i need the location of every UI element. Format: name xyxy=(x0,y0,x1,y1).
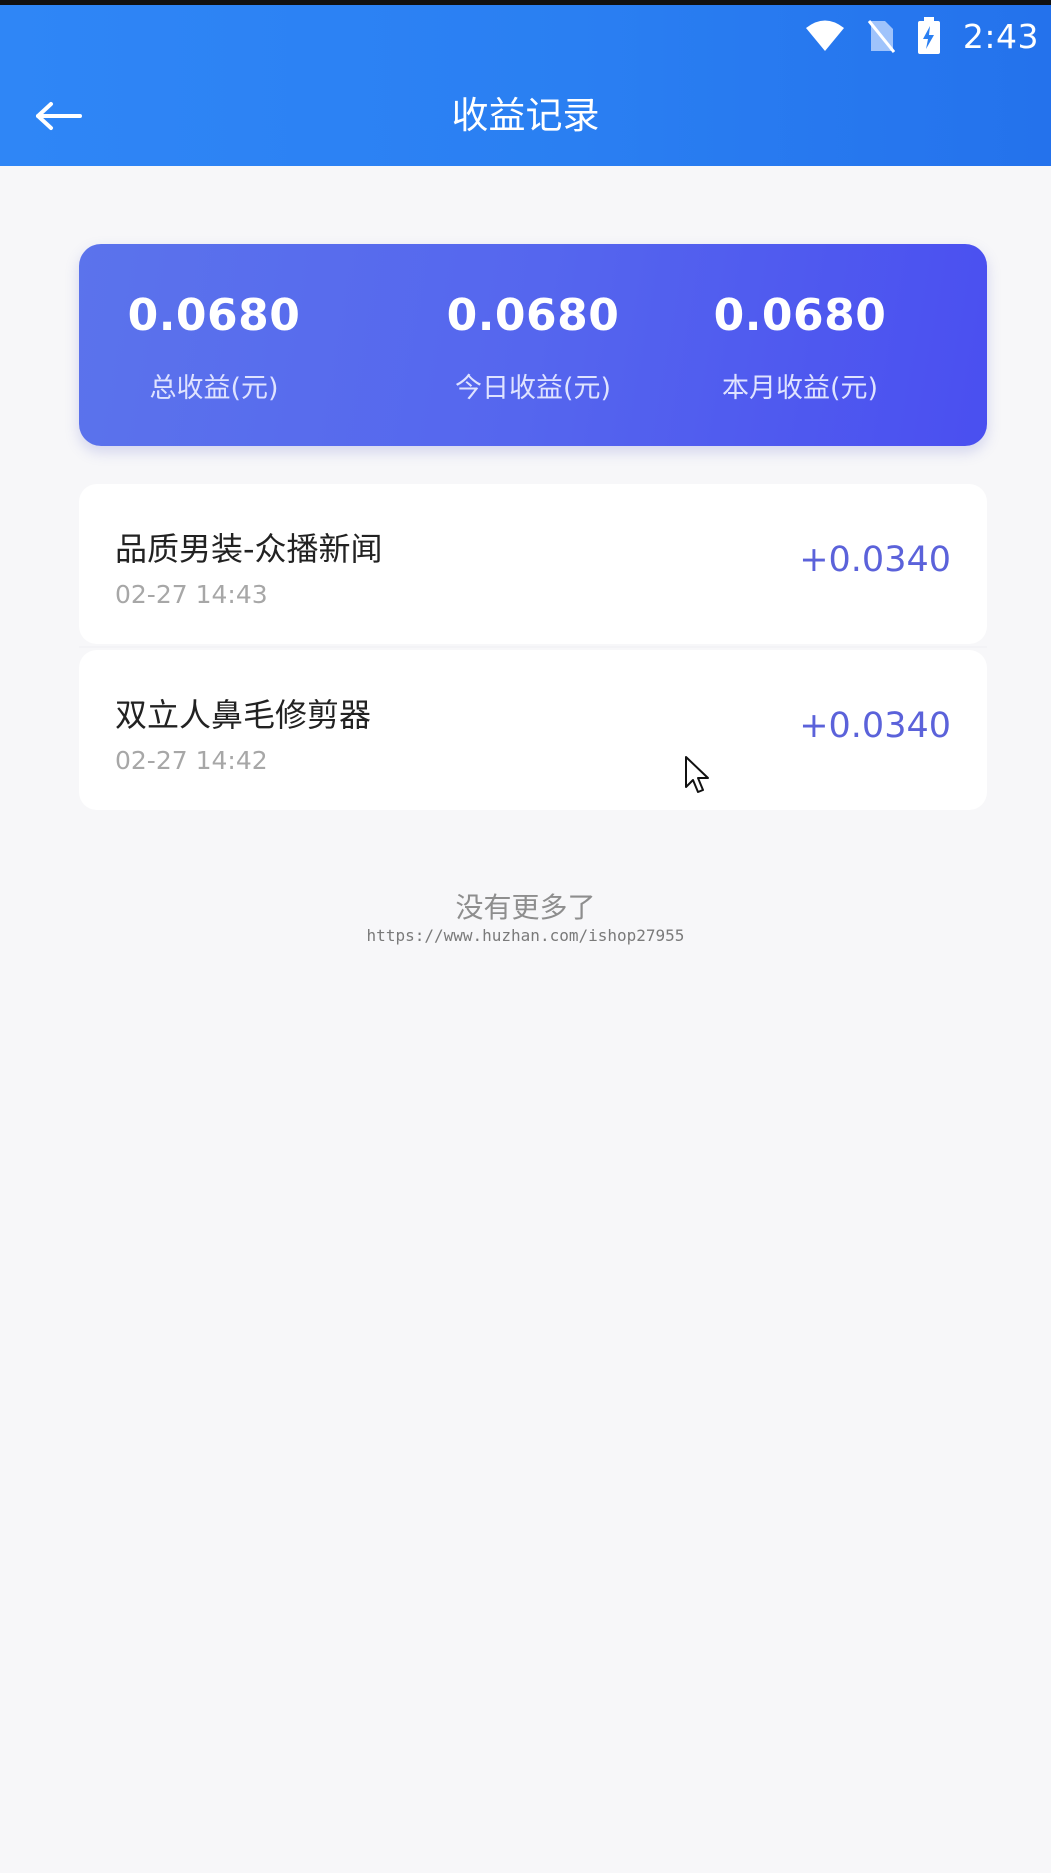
month-earnings-label: 本月收益(元) xyxy=(721,373,879,404)
status-time: 2:43 xyxy=(962,16,1039,56)
today-earnings-stat: 0.0680 今日收益(元) xyxy=(398,244,668,446)
no-more-text: 没有更多了 xyxy=(455,891,596,924)
month-earnings-value: 0.0680 xyxy=(713,290,887,341)
app-header: 2:43 收益记录 xyxy=(0,0,1051,166)
record-title: 双立人鼻毛修剪器 xyxy=(115,696,372,734)
total-earnings-label: 总收益(元) xyxy=(149,373,279,404)
list-divider xyxy=(79,646,987,648)
mouse-cursor-icon xyxy=(685,756,709,793)
record-title: 品质男装-众播新闻 xyxy=(115,530,383,568)
battery-charging-icon xyxy=(917,17,940,54)
record-date: 02-27 14:43 xyxy=(115,580,268,609)
month-earnings-stat: 0.0680 本月收益(元) xyxy=(665,244,935,446)
record-date: 02-27 14:42 xyxy=(115,746,268,775)
today-earnings-label: 今日收益(元) xyxy=(454,373,612,404)
page-title: 收益记录 xyxy=(451,94,600,137)
no-sim-icon xyxy=(867,20,895,53)
total-earnings-value: 0.0680 xyxy=(127,290,301,341)
record-item[interactable]: 品质男装-众播新闻 02-27 14:43 +0.0340 xyxy=(79,484,987,644)
record-amount: +0.0340 xyxy=(799,706,951,746)
wifi-icon xyxy=(805,20,844,51)
record-amount: +0.0340 xyxy=(799,540,951,580)
status-bar: 2:43 xyxy=(805,10,1039,62)
total-earnings-stat: 0.0680 总收益(元) xyxy=(79,244,349,446)
record-item[interactable]: 双立人鼻毛修剪器 02-27 14:42 +0.0340 xyxy=(79,650,987,810)
today-earnings-value: 0.0680 xyxy=(446,290,620,341)
earnings-summary-card: 0.0680 总收益(元) 0.0680 今日收益(元) 0.0680 本月收益… xyxy=(79,244,987,446)
watermark-url: https://www.huzhan.com/ishop27955 xyxy=(366,926,685,945)
top-edge xyxy=(0,0,1051,5)
